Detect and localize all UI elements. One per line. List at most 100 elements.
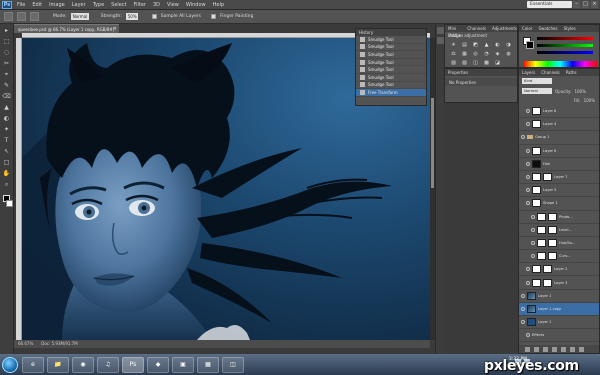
visibility-eye-icon[interactable]: [531, 254, 535, 259]
tool-12-icon[interactable]: □: [2, 159, 11, 166]
visibility-eye-icon[interactable]: [526, 188, 530, 193]
history-item[interactable]: Smudge Tool: [356, 51, 426, 59]
tool-7-icon[interactable]: ▲: [2, 104, 11, 111]
visibility-eye-icon[interactable]: [531, 227, 535, 232]
taskbar-app-2[interactable]: ◉: [72, 356, 94, 373]
history-item[interactable]: Smudge Tool: [356, 74, 426, 82]
visibility-eye-icon[interactable]: [526, 122, 530, 127]
tab-color[interactable]: Color: [522, 25, 532, 32]
color-background-swatch[interactable]: [526, 41, 534, 49]
strength-field[interactable]: 50%: [125, 13, 138, 20]
layer-row[interactable]: Shape 1: [519, 197, 599, 211]
finger-paint-checkbox[interactable]: [210, 14, 216, 19]
layer-row[interactable]: Curv...: [519, 250, 599, 264]
tab-layers[interactable]: Layers: [522, 69, 535, 76]
history-item[interactable]: Smudge Tool: [356, 44, 426, 52]
layer-row[interactable]: Layer 1 copy: [519, 302, 599, 316]
tab-history[interactable]: History: [359, 29, 373, 36]
tab-channels[interactable]: Channels: [467, 25, 486, 32]
visibility-eye-icon[interactable]: [526, 109, 530, 114]
document-tab[interactable]: queenbee.psd @ 66.7% (Layer 1 copy, RGB/…: [14, 24, 119, 33]
new-layer-icon[interactable]: [570, 346, 575, 352]
color-spectrum[interactable]: [523, 61, 597, 67]
tool-9-icon[interactable]: ✦: [2, 126, 11, 133]
visibility-eye-icon[interactable]: [526, 148, 530, 153]
red-slider[interactable]: [537, 37, 593, 40]
blue-slider[interactable]: [537, 51, 593, 54]
smudge-tool-icon[interactable]: [4, 12, 13, 21]
workspace-select[interactable]: Essentials: [527, 1, 572, 8]
dock-properties-icon[interactable]: [436, 37, 444, 44]
link-layers-icon[interactable]: [525, 346, 530, 352]
menu-window[interactable]: Window: [186, 2, 206, 8]
layer-mask-thumbnail[interactable]: [548, 238, 557, 247]
history-item[interactable]: Smudge Tool: [356, 66, 426, 74]
layer-mask-thumbnail[interactable]: [548, 225, 557, 234]
tool-13-icon[interactable]: ✋: [2, 170, 11, 177]
dock-history-icon[interactable]: [436, 27, 444, 34]
adjustment-1-icon[interactable]: ▤: [461, 42, 468, 48]
taskbar-app-7[interactable]: ▦: [197, 356, 219, 373]
tool-4-icon[interactable]: ⌖: [2, 71, 11, 78]
layer-row[interactable]: Hair: [519, 158, 599, 171]
taskbar-app-6[interactable]: ▣: [172, 356, 194, 373]
adjustment-7-icon[interactable]: ▦: [461, 51, 468, 57]
green-slider[interactable]: [537, 44, 593, 47]
adjustment-2-icon[interactable]: ◩: [472, 42, 479, 48]
layer-row[interactable]: Layer 2: [519, 263, 599, 277]
adjustment-5-icon[interactable]: ◑: [505, 42, 512, 48]
blend-mode-select[interactable]: Normal: [522, 88, 552, 94]
tool-6-icon[interactable]: ⌫: [2, 93, 11, 100]
layer-row[interactable]: Layer 8: [519, 105, 599, 119]
taskbar-app-0[interactable]: e: [22, 356, 44, 373]
tool-5-icon[interactable]: ✎: [2, 82, 11, 89]
layer-row[interactable]: Level...: [519, 224, 599, 237]
menu-3d[interactable]: 3D: [153, 2, 160, 8]
adjustment-3-icon[interactable]: ▲: [483, 42, 490, 48]
taskbar-app-5[interactable]: ◆: [147, 356, 169, 373]
tool-8-icon[interactable]: ◐: [2, 115, 11, 122]
adjustment-10-icon[interactable]: ◈: [494, 51, 501, 57]
sample-all-checkbox[interactable]: [151, 14, 157, 19]
visibility-eye-icon[interactable]: [521, 135, 525, 140]
visibility-eye-icon[interactable]: [526, 201, 530, 206]
scroll-thumb[interactable]: [431, 98, 434, 188]
taskbar-app-1[interactable]: 📁: [47, 356, 69, 373]
layer-row[interactable]: Group 1: [519, 131, 599, 145]
history-item[interactable]: Smudge Tool: [356, 36, 426, 44]
adjustment-layer-icon[interactable]: [552, 346, 557, 352]
tool-10-icon[interactable]: T: [2, 137, 11, 144]
layer-row[interactable]: Layer 4: [519, 118, 599, 132]
layer-mask-thumbnail[interactable]: [543, 278, 552, 287]
layer-mask-thumbnail[interactable]: [543, 173, 552, 182]
visibility-eye-icon[interactable]: [521, 320, 525, 325]
tool-11-icon[interactable]: ↖: [2, 148, 11, 155]
brush-preset-icon[interactable]: [17, 12, 26, 21]
layer-row[interactable]: Layer 7: [519, 171, 599, 185]
adjustment-12-icon[interactable]: ▨: [450, 60, 457, 66]
visibility-eye-icon[interactable]: [526, 267, 530, 272]
taskbar-app-3[interactable]: ♫: [97, 356, 119, 373]
menu-layer[interactable]: Layer: [72, 2, 86, 8]
layer-row[interactable]: Effects: [519, 329, 599, 343]
tool-3-icon[interactable]: ✂: [2, 60, 11, 67]
layer-style-icon[interactable]: [534, 346, 539, 352]
menu-file[interactable]: File: [17, 2, 25, 8]
tool-1-icon[interactable]: ⬚: [2, 38, 11, 45]
menu-edit[interactable]: Edit: [32, 2, 42, 8]
add-mask-icon[interactable]: [543, 346, 548, 352]
visibility-eye-icon[interactable]: [521, 293, 525, 298]
visibility-eye-icon[interactable]: [526, 280, 530, 285]
layer-row[interactable]: Layer 5: [519, 184, 599, 198]
visibility-eye-icon[interactable]: [526, 175, 530, 180]
trash-icon[interactable]: [579, 346, 584, 352]
layer-row[interactable]: Layer 3: [519, 276, 599, 290]
menu-filter[interactable]: Filter: [134, 2, 146, 8]
close-button[interactable]: ×: [591, 1, 598, 8]
taskbar-app-4[interactable]: Ps: [122, 356, 144, 373]
tool-0-icon[interactable]: ▸: [2, 27, 11, 34]
layer-row[interactable]: Layer 1: [519, 316, 599, 330]
history-item[interactable]: Free Transform: [356, 89, 426, 97]
taskbar-app-8[interactable]: ◫: [222, 356, 244, 373]
adjustment-13-icon[interactable]: ▧: [461, 60, 468, 66]
